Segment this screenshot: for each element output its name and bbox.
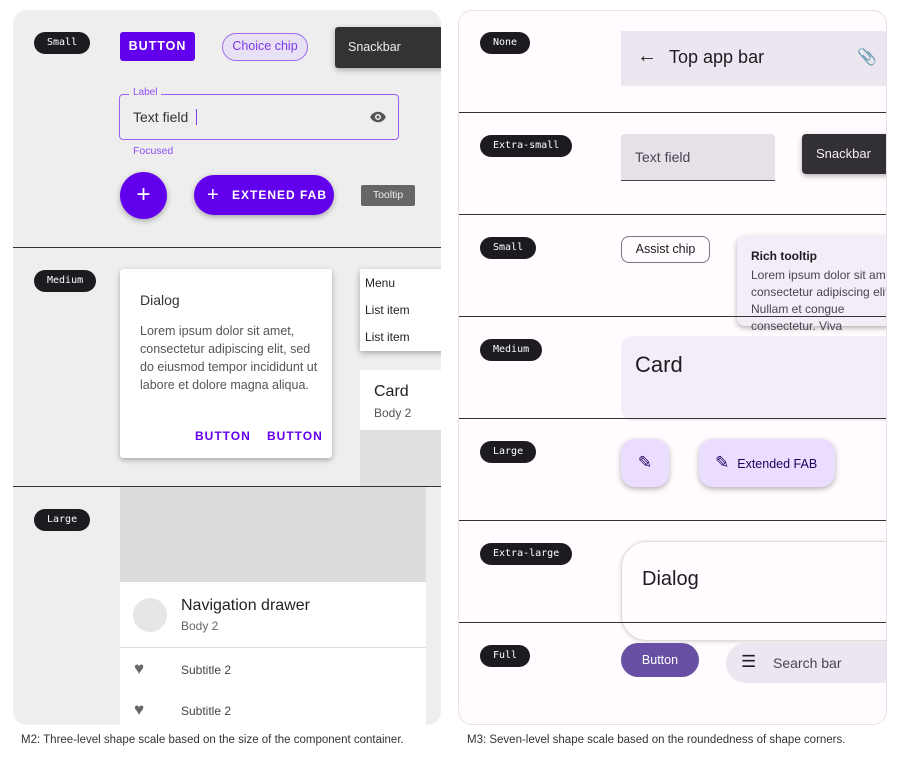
m3-dialog: Dialog: [621, 541, 886, 641]
level-extra-large: Extra-large: [480, 543, 573, 565]
avatar: [133, 598, 167, 632]
attachment-icon[interactable]: 📎: [857, 47, 877, 67]
m3-snackbar: Snackbar: [802, 134, 886, 174]
m3-text-field[interactable]: Text field: [621, 134, 775, 181]
menu-header: Menu: [365, 276, 396, 290]
rich-tooltip: Rich tooltip Lorem ipsum dolor sit amet,…: [737, 236, 886, 333]
heart-icon: ♥: [134, 659, 145, 678]
pencil-icon: ✎: [715, 453, 730, 472]
level-large: Large: [480, 441, 537, 463]
drawer-title: Navigation drawer: [181, 597, 310, 614]
pencil-icon: ✎: [637, 453, 653, 472]
plus-icon: +: [207, 184, 220, 206]
text-field-value: Text field: [133, 109, 189, 125]
button[interactable]: BUTTON: [120, 32, 195, 61]
m3-card: Card: [621, 336, 886, 421]
search-bar[interactable]: ☰ Search bar: [726, 643, 886, 683]
menu-item[interactable]: List item: [365, 303, 410, 317]
m2-panel: Small BUTTON Choice chip Snackbar Label …: [13, 10, 441, 725]
dialog: Dialog Lorem ipsum dolor sit amet, conse…: [120, 269, 332, 458]
fab[interactable]: +: [120, 172, 167, 219]
drawer-header-image: [120, 487, 426, 582]
extended-fab-label: Extended FAB: [737, 457, 818, 471]
caption-m3: M3: Seven-level shape scale based on the…: [467, 734, 846, 746]
dialog-title: Dialog: [140, 292, 180, 308]
level-medium: Medium: [480, 339, 543, 361]
top-app-bar: ← Top app bar 📎: [621, 31, 886, 86]
dialog-button-1[interactable]: BUTTON: [195, 429, 251, 443]
menu: Menu List item List item: [360, 269, 441, 351]
navigation-drawer: Navigation drawer Body 2 ♥ Subtitle 2 ♥ …: [120, 487, 426, 725]
top-app-bar-title: Top app bar: [669, 47, 765, 67]
level-extra-small: Extra-small: [480, 135, 573, 157]
level-small: Small: [480, 237, 537, 259]
text-field-label: Label: [129, 87, 162, 98]
card: Card Body 2: [360, 370, 441, 486]
extended-fab-label: EXTENED FAB: [232, 188, 328, 202]
m3-fab[interactable]: ✎: [621, 439, 669, 487]
drawer-body: Body 2: [181, 619, 219, 633]
assist-chip[interactable]: Assist chip: [621, 236, 710, 263]
text-field[interactable]: Label Text field: [119, 87, 399, 140]
level-medium: Medium: [34, 270, 97, 292]
rich-tooltip-title: Rich tooltip: [751, 249, 817, 263]
back-arrow-icon[interactable]: ←: [637, 45, 657, 68]
text-cursor: [196, 109, 197, 125]
dialog-body: Lorem ipsum dolor sit amet, consectetur …: [140, 324, 318, 392]
caption-m2: M2: Three-level shape scale based on the…: [21, 734, 404, 746]
m3-button[interactable]: Button: [621, 643, 699, 677]
extended-fab[interactable]: + EXTENED FAB: [194, 175, 334, 215]
level-full: Full: [480, 645, 531, 667]
card-body: Body 2: [374, 406, 412, 420]
card-title: Card: [374, 383, 409, 400]
level-large: Large: [34, 509, 91, 531]
text-field-helper: Focused: [133, 145, 174, 157]
choice-chip[interactable]: Choice chip: [222, 33, 308, 61]
eye-icon[interactable]: [368, 108, 388, 126]
rich-tooltip-body: Lorem ipsum dolor sit amet, consectetur …: [751, 268, 887, 333]
search-bar-placeholder: Search bar: [773, 655, 842, 671]
dialog-button-2[interactable]: BUTTON: [267, 429, 323, 443]
menu-icon[interactable]: ☰: [741, 652, 756, 672]
heart-icon: ♥: [134, 700, 145, 719]
level-none: None: [480, 32, 531, 54]
m3-extended-fab[interactable]: ✎ Extended FAB: [699, 439, 835, 487]
drawer-item[interactable]: Subtitle 2: [181, 663, 231, 677]
level-small: Small: [34, 32, 91, 54]
snackbar: Snackbar: [335, 27, 441, 68]
drawer-item[interactable]: Subtitle 2: [181, 704, 231, 718]
tooltip: Tooltip: [361, 185, 415, 206]
menu-item[interactable]: List item: [365, 330, 410, 344]
m3-panel: None ← Top app bar 📎 Extra-small Text fi…: [458, 10, 887, 725]
